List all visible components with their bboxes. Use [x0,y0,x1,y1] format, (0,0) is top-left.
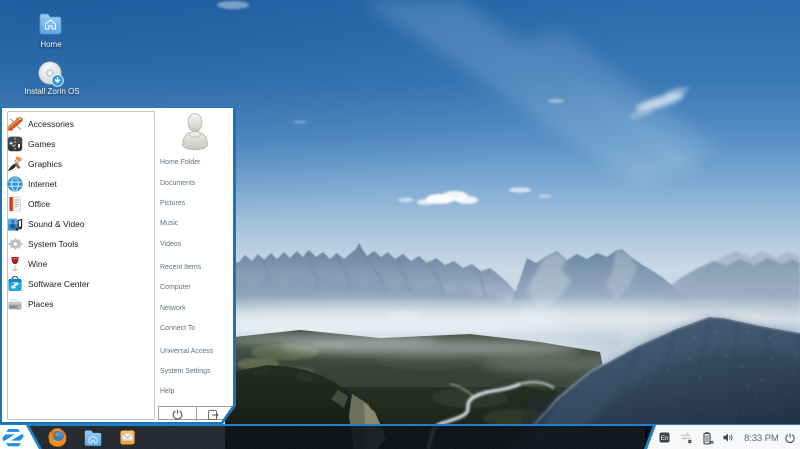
svg-text:En: En [661,436,668,442]
